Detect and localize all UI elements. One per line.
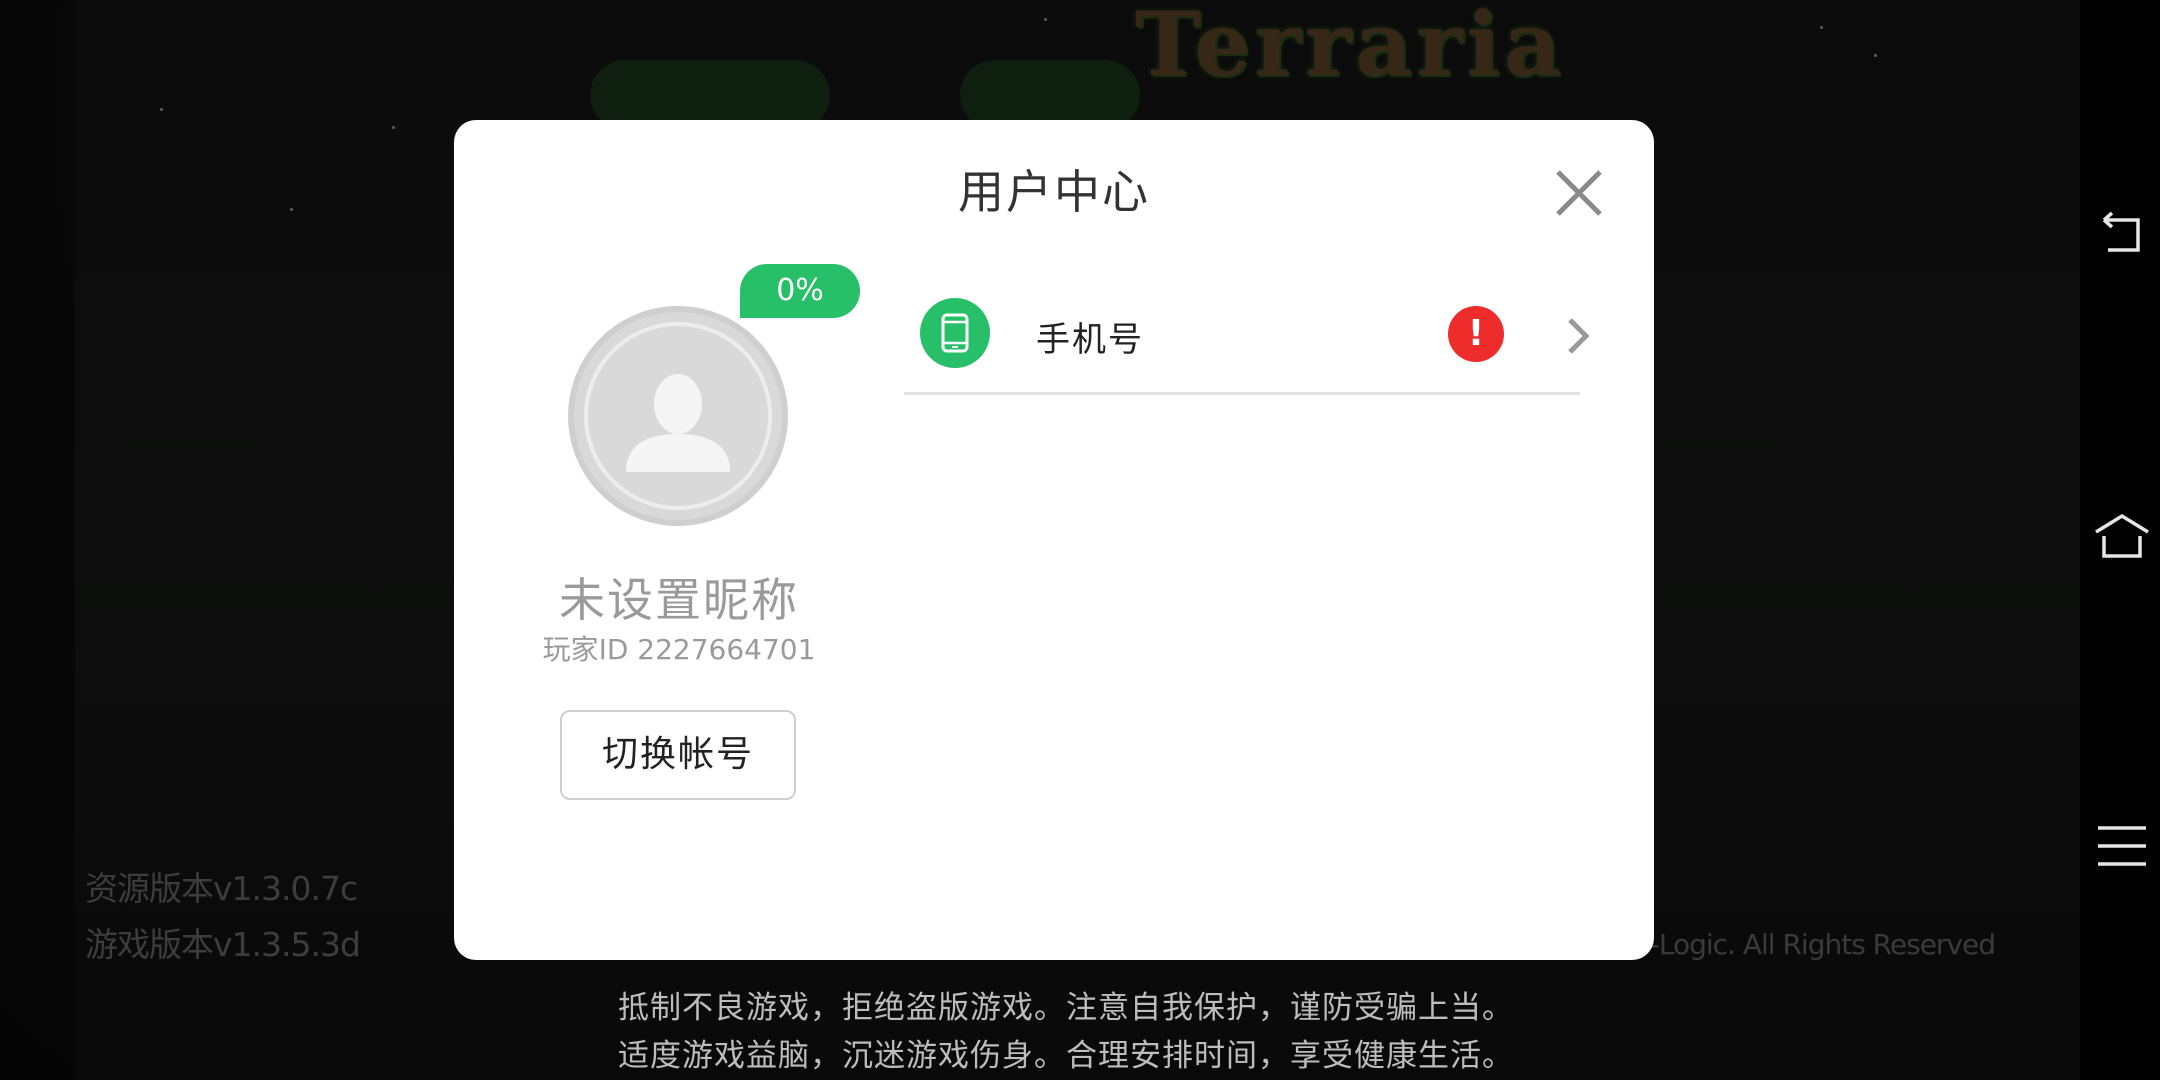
avatar [568,306,788,526]
star-decoration [1820,26,1823,29]
phone-number-label: 手机号 [1036,320,1144,360]
back-icon [2102,211,2140,252]
close-button[interactable] [1552,166,1606,220]
user-silhouette-icon [626,374,730,472]
navigation-bar [2080,0,2160,1080]
home-button[interactable] [2094,508,2150,564]
phone-number-row[interactable] [904,290,1610,402]
game-logo: Terraria [1135,0,1565,96]
menu-button[interactable] [2094,818,2150,874]
close-icon [1556,170,1602,216]
user-center-dialog: 用户中心 0% 未设置昵称 玩家ID 2227664701 切换帐号 手机号 ! [454,120,1654,960]
star-decoration [160,108,163,111]
nickname: 未设置昵称 [559,573,799,627]
health-notice-line1: 抵制不良游戏，拒绝盗版游戏。注意自我保护，谨防受骗上当。 [618,990,1514,1026]
player-id: 玩家ID 2227664701 [542,633,816,666]
star-decoration [1044,18,1047,21]
dialog-title: 用户中心 [958,165,1150,219]
home-icon [2095,513,2149,558]
health-notice-line2: 适度游戏益脑，沉迷游戏伤身。合理安排时间，享受健康生活。 [618,1038,1514,1074]
menu-icon [2098,826,2146,866]
chevron-right-icon [1568,318,1590,354]
star-decoration [290,208,293,211]
row-divider [904,392,1580,395]
mobile-phone-icon [920,298,990,368]
back-button[interactable] [2094,204,2150,260]
resource-version: 资源版本v1.3.0.7c [85,869,358,908]
star-decoration [392,126,395,129]
progress-badge: 0% [740,264,860,318]
star-decoration [1874,54,1877,57]
switch-account-button[interactable]: 切换帐号 [560,710,796,800]
game-version: 游戏版本v1.3.5.3d [85,925,361,964]
warning-icon: ! [1448,306,1504,362]
